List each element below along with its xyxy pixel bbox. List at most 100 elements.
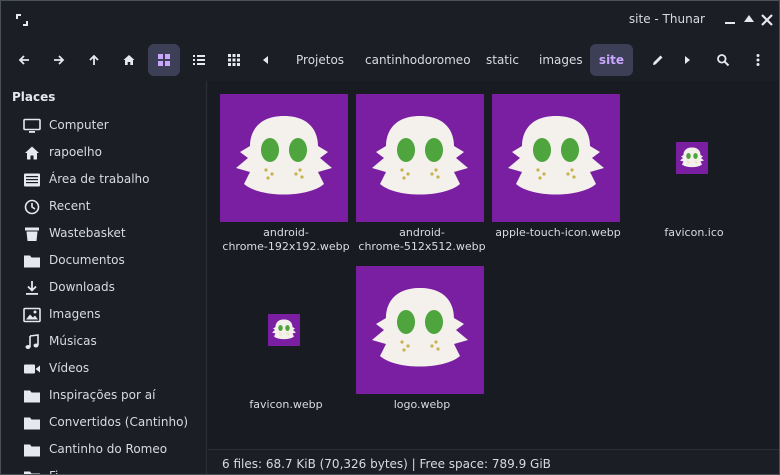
sidebar-item-cantinho-do-romeo[interactable]: Cantinho do Romeo [1,436,206,463]
sidebar-item-label: Cantinho do Romeo [49,442,168,456]
file-item[interactable]: logo.webp [356,266,488,436]
sidebar-item-vídeos[interactable]: Vídeos [1,355,206,382]
caret-left-icon [263,56,268,64]
folder-icon [23,253,41,269]
file-thumbnail [268,314,300,350]
sidebar-item-label: Downloads [49,280,115,294]
grid-view-icon [158,54,170,66]
sidebar: Places Computer rapoelho Área de trabalho R… [1,81,207,474]
sidebar-item-label: Computer [49,118,109,132]
home-icon [123,55,135,65]
file-thumbnail [492,94,620,226]
sidebar-item-computer[interactable]: Computer [1,112,206,139]
file-item[interactable]: android-chrome-512x512.webp [356,94,488,264]
kebab-menu-icon [756,54,760,66]
file-name-line-2: chrome-192x192.webp [222,240,350,253]
sidebar-item-documentos[interactable]: Documentos [1,247,206,274]
file-name: favicon.webp [249,398,323,411]
search-button[interactable] [707,44,739,76]
list-view-icon [193,55,205,65]
breadcrumb-projetos[interactable]: Projetos [289,44,351,76]
edit-location-button[interactable] [642,44,674,76]
compact-grid-icon [228,54,240,66]
video-icon [23,361,41,377]
title-bar: site - Thunar [1,1,779,39]
breadcrumb-site[interactable]: site [590,44,633,76]
sidebar-item-label: Vídeos [49,361,90,375]
thunar-window: site - Thunar Projetos cantinhodoromeo s… [0,0,780,475]
folder-icon [23,388,41,404]
sidebar-item-fi-[interactable]: Fi... [1,463,206,474]
breadcrumb-scroll-left-button[interactable] [254,44,278,76]
sidebar-item-downloads[interactable]: Downloads [1,274,206,301]
file-icon-view: android-chrome-192x192.webp android-chrom… [208,81,779,449]
sidebar-item-rapoelho[interactable]: rapoelho [1,139,206,166]
maximize-icon[interactable] [741,12,757,28]
breadcrumb-scroll-right-button[interactable] [675,44,699,76]
pencil-icon [653,55,663,65]
sidebar-item-label: rapoelho [49,145,102,159]
sidebar-item-área-de-trabalho[interactable]: Área de trabalho [1,166,206,193]
sidebar-item-label: Recent [49,199,91,213]
file-thumbnail [220,94,348,226]
places-heading: Places [12,90,56,104]
menu-button[interactable] [742,44,774,76]
close-icon[interactable] [759,12,775,28]
file-item[interactable]: favicon.ico [628,94,760,264]
detailed-list-view-button[interactable] [183,44,215,76]
folder-icon [23,415,41,431]
arrow-up-icon [89,54,99,65]
icon-view-button[interactable] [148,44,180,76]
sidebar-item-label: Imagens [49,307,101,321]
sidebar-item-imagens[interactable]: Imagens [1,301,206,328]
music-icon [23,334,41,350]
home-icon [23,145,41,161]
sidebar-item-label: Documentos [49,253,125,267]
minimize-icon[interactable] [722,12,738,28]
up-button[interactable] [78,44,110,76]
file-name: android- [263,226,309,239]
trash-icon [23,226,41,242]
breadcrumb-static[interactable]: static [479,44,526,76]
sidebar-item-convertidos-cantinho-[interactable]: Convertidos (Cantinho) [1,409,206,436]
sidebar-item-label: Wastebasket [49,226,126,240]
compact-view-button[interactable] [218,44,250,76]
home-button[interactable] [113,44,145,76]
sidebar-item-label: Músicas [49,334,97,348]
arrow-left-icon [18,55,29,65]
file-thumbnail [356,266,484,398]
sidebar-item-músicas[interactable]: Músicas [1,328,206,355]
clock-icon [23,199,41,215]
search-icon [717,54,730,67]
breadcrumb-images[interactable]: images [532,44,590,76]
file-thumbnail [356,94,484,226]
file-name: logo.webp [393,398,451,411]
status-bar: 6 files: 68.7 KiB (70,326 bytes) | Free … [208,449,779,474]
sidebar-item-label: Inspirações por aí [49,388,156,402]
file-name-line-2: chrome-512x512.webp [358,240,486,253]
sidebar-item-inspirações-por-aí[interactable]: Inspirações por aí [1,382,206,409]
arrow-right-icon [54,55,65,65]
folder-icon [23,442,41,458]
desktop-icon [23,172,41,188]
file-item[interactable]: favicon.webp [220,266,352,436]
window-menu-icon[interactable] [15,13,29,27]
forward-button[interactable] [43,44,75,76]
sidebar-item-label: Área de trabalho [49,172,150,186]
file-name: favicon.ico [664,226,724,239]
back-button[interactable] [8,44,40,76]
file-item[interactable]: android-chrome-192x192.webp [220,94,352,264]
download-icon [23,280,41,296]
file-item[interactable]: apple-touch-icon.webp [492,94,624,264]
image-icon [23,307,41,323]
sidebar-item-recent[interactable]: Recent [1,193,206,220]
status-text: 6 files: 68.7 KiB (70,326 bytes) | Free … [222,457,551,471]
file-name: android- [399,226,445,239]
breadcrumb-cantinhodoromeo[interactable]: cantinhodoromeo [358,44,478,76]
toolbar: Projetos cantinhodoromeo static images s… [1,41,779,81]
computer-icon [23,118,41,134]
sidebar-item-wastebasket[interactable]: Wastebasket [1,220,206,247]
file-name: apple-touch-icon.webp [495,226,621,239]
folder-icon [23,469,41,474]
file-thumbnail [676,142,708,178]
